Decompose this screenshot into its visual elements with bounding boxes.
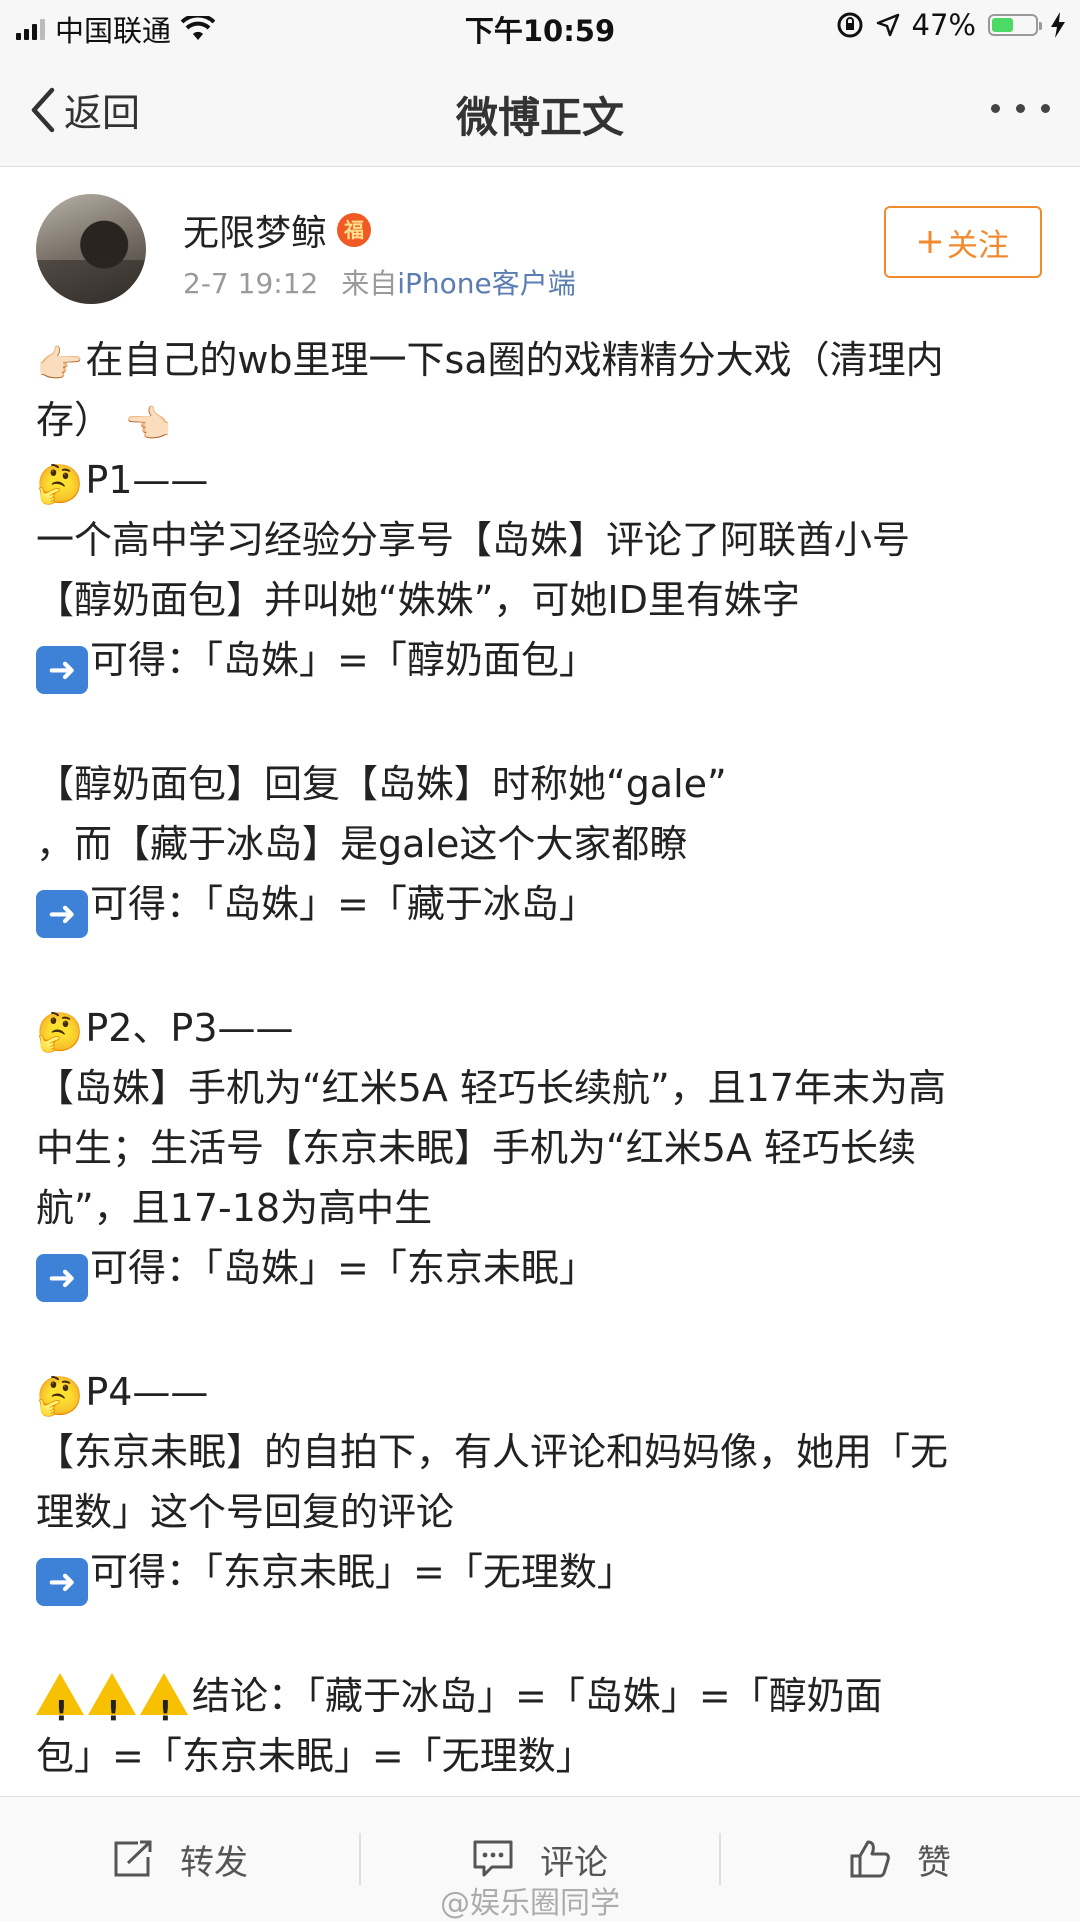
- charging-icon: [1051, 12, 1065, 38]
- thinking-emoji: 🤔: [36, 1374, 84, 1418]
- repost-button[interactable]: 转发: [0, 1797, 360, 1921]
- status-bar: 中国联通 下午10:59 47%: [0, 0, 1080, 54]
- post-text: P4——: [85, 1370, 209, 1414]
- location-arrow-icon: [876, 13, 899, 37]
- arrow-right-emoji: ➜: [36, 1254, 88, 1302]
- post-text: 航”，且17-18为高中生: [36, 1186, 433, 1230]
- author-name-row[interactable]: 无限梦鲸 福: [183, 204, 372, 256]
- post-date: 2-7 19:12: [183, 267, 319, 300]
- post-meta: 2-7 19:12 来自iPhone客户端: [183, 262, 576, 302]
- arrow-right-emoji: ➜: [36, 890, 88, 938]
- post-line: ➜ 可得：「岛姝」=「醇奶面包」: [36, 630, 1046, 694]
- like-button[interactable]: 赞: [720, 1797, 1080, 1921]
- post-text: 【岛姝】手机为“红米5A 轻巧长续航”，且17年末为高: [36, 1066, 946, 1110]
- post-line: 【东京未眠】的自拍下，有人评论和妈妈像，她用「无: [36, 1422, 1046, 1482]
- thinking-emoji: 🤔: [36, 1010, 84, 1054]
- post-line: 中生；生活号【东京未眠】手机为“红米5A 轻巧长续: [36, 1118, 1046, 1178]
- post-text: 中生；生活号【东京未眠】手机为“红米5A 轻巧长续: [36, 1126, 916, 1170]
- post-text: 理数」这个号回复的评论: [36, 1490, 455, 1534]
- post-text: 存）: [36, 398, 113, 442]
- battery-icon: [988, 14, 1042, 36]
- author-name: 无限梦鲸: [183, 213, 328, 254]
- post-line: 航”，且17-18为高中生: [36, 1178, 1046, 1238]
- post-line: 【醇奶面包】并叫她“姝姝”，可她ID里有姝字: [36, 570, 1046, 630]
- post-line: 【岛姝】手机为“红米5A 轻巧长续航”，且17年末为高: [36, 1058, 1046, 1118]
- section-heading: 🤔P2、P3——: [36, 998, 1046, 1058]
- post-line: 【醇奶面包】回复【岛姝】时称她“gale”: [36, 754, 1046, 814]
- post-line: 一个高中学习经验分享号【岛姝】评论了阿联酋小号: [36, 510, 1046, 570]
- plus-icon: [919, 231, 941, 253]
- comment-icon: [473, 1840, 513, 1877]
- post-line: ➜ 可得：「岛姝」=「藏于冰岛」: [36, 874, 1046, 938]
- post-line: 理数」这个号回复的评论: [36, 1482, 1046, 1542]
- more-dots-icon[interactable]: [991, 104, 1050, 113]
- comment-label: 评论: [540, 1842, 608, 1883]
- post-line: 👉🏻在自己的wb里理一下sa圈的戏精精分大戏（清理内: [36, 330, 1046, 390]
- follow-label: 关注: [947, 227, 1009, 264]
- fu-badge-icon: 福: [337, 213, 372, 247]
- battery-percent: 47%: [911, 8, 976, 42]
- post-text: P2、P3——: [85, 1006, 294, 1050]
- follow-button[interactable]: 关注: [884, 206, 1042, 278]
- arrow-right-emoji: ➜: [36, 646, 88, 694]
- conclusion-line: 包」=「东京未眠」=「无理数」: [36, 1726, 1046, 1786]
- conclusion-line: 结论：「藏于冰岛」=「岛姝」=「醇奶面: [36, 1666, 1046, 1741]
- post-text: 【醇奶面包】回复【岛姝】时称她“gale”: [36, 762, 727, 806]
- post-line: ➜ 可得：「东京未眠」=「无理数」: [36, 1542, 1046, 1606]
- like-icon: [850, 1840, 890, 1878]
- repost-icon: [114, 1840, 152, 1877]
- thinking-emoji: 🤔: [36, 462, 84, 506]
- post-text: P1——: [85, 458, 209, 502]
- post-text: 可得：「岛姝」=「东京未眠」: [90, 1246, 597, 1290]
- post-text: 一个高中学习经验分享号【岛姝】评论了阿联酋小号: [36, 518, 911, 562]
- post-text: ，而【藏于冰岛】是gale这个大家都瞭: [36, 822, 688, 866]
- nav-bar: 返回 微博正文: [0, 54, 1080, 167]
- warning-emoji: [88, 1673, 136, 1741]
- status-right: 47%: [836, 8, 1066, 42]
- pointing-left-emoji: 👈🏻: [112, 402, 172, 446]
- pointing-right-emoji: 👉🏻: [36, 342, 84, 386]
- post-text: 【醇奶面包】并叫她“姝姝”，可她ID里有姝字: [36, 578, 800, 622]
- warning-emoji: [140, 1673, 188, 1741]
- page-title: 微博正文: [455, 93, 624, 142]
- repost-label: 转发: [180, 1842, 248, 1883]
- warning-emoji: [36, 1673, 84, 1741]
- post-line: 存） 👈🏻: [36, 390, 1046, 450]
- section-heading: 🤔P1——: [36, 450, 1046, 510]
- post-line: ➜ 可得：「岛姝」=「东京未眠」: [36, 1238, 1046, 1302]
- source-prefix: 来自: [341, 267, 398, 300]
- post-line: ，而【藏于冰岛】是gale这个大家都瞭: [36, 814, 1046, 874]
- post-text: 可得：「岛姝」=「醇奶面包」: [90, 638, 597, 682]
- like-label: 赞: [917, 1842, 951, 1883]
- section-heading: 🤔P4——: [36, 1362, 1046, 1422]
- post-text: 结论：「藏于冰岛」=「岛姝」=「醇奶面: [192, 1674, 883, 1718]
- post-text: 在自己的wb里理一下sa圈的戏精精分大戏（清理内: [85, 338, 944, 382]
- post-body: 👉🏻在自己的wb里理一下sa圈的戏精精分大戏（清理内 存） 👈🏻 🤔P1—— 一…: [36, 330, 1046, 1786]
- avatar[interactable]: [36, 194, 146, 304]
- lock-rotation-icon: [837, 12, 863, 38]
- post-text: 可得：「东京未眠」=「无理数」: [90, 1550, 635, 1594]
- post-text: 【东京未眠】的自拍下，有人评论和妈妈像，她用「无: [36, 1430, 949, 1474]
- watermark-text: @娱乐圈同学: [440, 1886, 620, 1921]
- post-text: 可得：「岛姝」=「藏于冰岛」: [90, 882, 597, 926]
- post-source[interactable]: iPhone客户端: [397, 267, 576, 300]
- arrow-right-emoji: ➜: [36, 1558, 88, 1606]
